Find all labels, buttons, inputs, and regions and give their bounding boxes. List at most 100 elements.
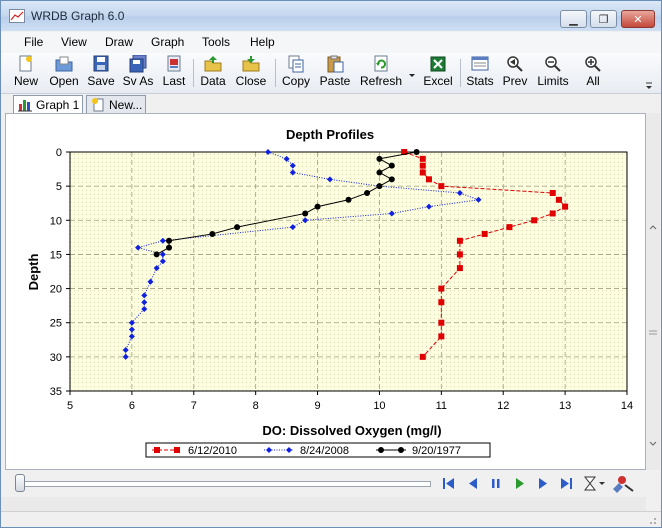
tab-new[interactable]: New... [86,95,146,114]
prev-button[interactable]: Prev [501,55,529,91]
bar-chart-icon [18,100,32,112]
refresh-icon [374,55,388,72]
maximize-button[interactable]: ❐ [590,10,617,28]
legend-label: 8/24/2008 [300,445,349,457]
data-point [376,155,383,162]
excel-button[interactable]: Excel [421,55,455,91]
menu-draw[interactable]: Draw [105,35,133,49]
refresh-dropdown-button[interactable] [406,55,418,91]
pause-button[interactable] [492,479,500,488]
paste-clipboard-icon [327,55,344,73]
menu-bar: File View Draw Graph Tools Help [1,32,661,53]
new-button[interactable]: New [13,55,39,91]
minimize-button[interactable]: ▁ [560,10,587,28]
stats-button[interactable]: Stats [465,55,495,91]
data-point [419,162,426,169]
data-point [555,196,562,203]
close-folder-icon [242,56,260,72]
x-tick-label: 9 [314,400,320,412]
y-tick-label: 0 [56,147,62,159]
y-tick-label: 25 [50,318,62,330]
menu-file[interactable]: File [24,35,43,49]
y-tick-label: 20 [50,284,62,296]
last-button[interactable]: Last [161,55,187,91]
data-point [438,319,445,326]
data-point [456,237,463,244]
toolbar-separator [275,59,276,87]
time-slider-thumb[interactable] [15,474,25,492]
x-axis-label: DO: Dissolved Oxygen (mg/l) [262,423,441,438]
close-icon: ✕ [633,13,643,26]
legend-label: 9/20/1977 [412,445,461,457]
toolbar: New Open Save Sv As Last Data Close Copy… [1,53,661,94]
data-point [456,265,463,272]
vertical-scrollbar[interactable] [646,113,660,470]
close-button[interactable]: ✕ [621,10,655,28]
y-axis-label: Depth [26,254,41,291]
copy-icon [288,55,304,73]
chart-title: Depth Profiles [286,127,374,142]
new-tab-icon [92,98,104,112]
legend-label: 6/12/2010 [188,445,237,457]
save-disk-icon [93,55,109,72]
time-slider-track[interactable] [19,481,431,487]
close-graph-button[interactable]: Close [233,55,269,91]
resize-grip-icon[interactable] [646,514,658,526]
last-frame-button[interactable] [561,478,572,489]
step-back-button[interactable] [469,478,477,489]
status-bar [1,511,661,527]
tab-graph-1[interactable]: Graph 1 [13,95,83,115]
data-point [153,251,160,258]
x-tick-label: 12 [497,400,509,412]
depth-profile-chart[interactable]: Depth Profiles Depth DO: Dissolved Oxyge… [6,114,645,469]
data-point [376,169,383,176]
speed-hourglass-icon[interactable] [583,476,605,491]
excel-icon [430,56,446,72]
data-point [209,230,216,237]
data-point [314,203,321,210]
toolbar-separator [460,59,461,87]
step-forward-button[interactable] [539,478,547,489]
legend-marker [398,447,404,453]
all-button[interactable]: All [581,55,605,91]
data-point [364,189,371,196]
menu-help[interactable]: Help [250,35,275,49]
open-button[interactable]: Open [47,55,81,91]
document-tab-strip: Graph 1 New... [1,94,661,115]
limits-zoom-icon [545,56,561,72]
x-tick-label: 10 [373,400,385,412]
save-as-button[interactable]: Sv As [121,55,155,91]
play-button[interactable] [516,478,524,489]
horizontal-scrollbar[interactable] [1,497,646,511]
menu-view[interactable]: View [61,35,87,49]
data-point [388,162,395,169]
data-point [425,176,432,183]
x-tick-label: 6 [129,400,135,412]
playback-controls [443,476,634,493]
data-point [419,169,426,176]
y-tick-label: 30 [50,352,62,364]
data-point [234,224,241,231]
save-as-icon [129,55,147,73]
menu-graph[interactable]: Graph [151,35,184,49]
data-point [302,210,309,217]
open-folder-icon [55,56,73,72]
legend-marker [154,447,160,453]
data-point [531,217,538,224]
refresh-button[interactable]: Refresh [357,55,405,91]
save-button[interactable]: Save [87,55,115,91]
playback-settings-icon[interactable] [613,476,634,493]
first-button[interactable] [443,478,454,489]
last-file-icon [167,55,181,72]
data-button[interactable]: Data [198,55,228,91]
app-window: WRDB Graph 6.0 ▁ ❐ ✕ File View Draw Grap… [0,0,662,528]
data-point [166,237,173,244]
limits-button[interactable]: Limits [535,55,571,91]
paste-button[interactable]: Paste [318,55,352,91]
toolbar-overflow-button[interactable] [643,55,655,91]
data-point [438,285,445,292]
data-point [376,183,383,190]
data-point [413,149,420,155]
menu-tools[interactable]: Tools [202,35,230,49]
copy-button[interactable]: Copy [280,55,312,91]
